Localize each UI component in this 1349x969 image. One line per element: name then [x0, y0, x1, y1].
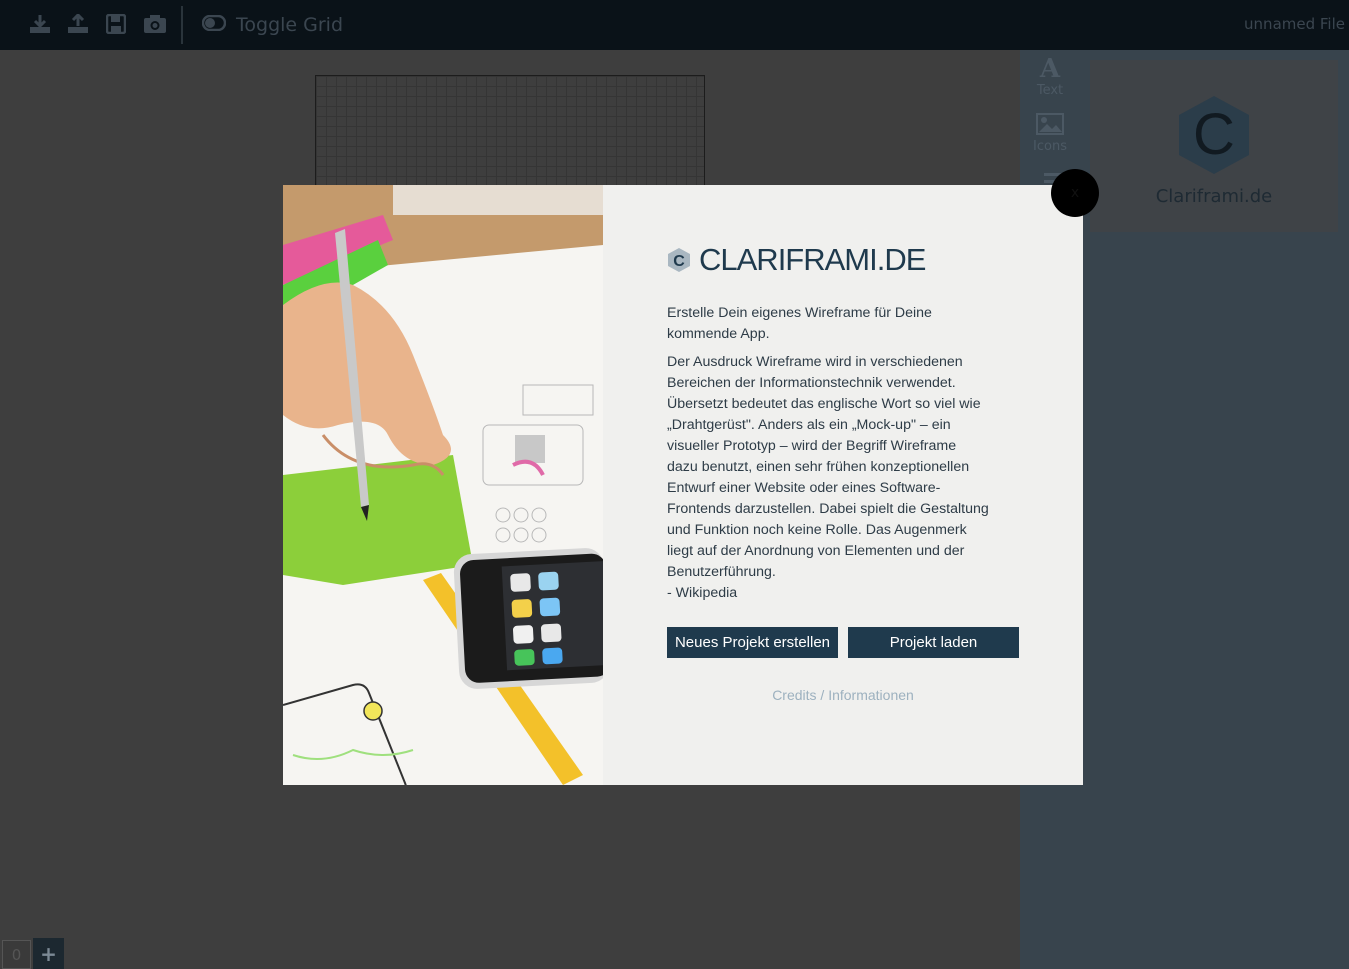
text-tool-label: Text	[1036, 83, 1064, 98]
load-project-button[interactable]: Projekt laden	[848, 627, 1019, 658]
wireframe-canvas[interactable]	[315, 75, 705, 187]
modal-title-text: CLARIFRAMI.DE	[699, 242, 926, 277]
toggle-grid-label: Toggle Grid	[236, 14, 344, 36]
icons-tool-label: Icons	[1033, 139, 1067, 154]
download-icon[interactable]	[28, 12, 52, 36]
hexagon-logo-icon: C	[668, 248, 690, 272]
toggle-icon	[201, 14, 227, 35]
file-name[interactable]: unnamed File	[1244, 15, 1345, 33]
credits-link[interactable]: Credits / Informationen	[667, 687, 1019, 703]
intro-text: Erstelle Dein eigenes Wireframe für Dein…	[667, 305, 932, 342]
modal-title: C CLARIFRAMI.DE	[667, 242, 926, 278]
add-page-button[interactable]: +	[33, 938, 64, 969]
text-tool[interactable]: A Text	[1020, 55, 1080, 98]
svg-text:C: C	[1193, 102, 1235, 167]
save-icon[interactable]	[104, 12, 128, 36]
toolbar-divider	[181, 6, 183, 44]
top-toolbar: Toggle Grid unnamed File	[0, 0, 1349, 50]
welcome-modal: C CLARIFRAMI.DE Erstelle Dein eigenes Wi…	[283, 185, 1083, 785]
body-text: Der Ausdruck Wireframe wird in verschied…	[667, 354, 989, 601]
modal-description: Erstelle Dein eigenes Wireframe für Dein…	[667, 303, 1023, 611]
close-modal-button[interactable]: x	[1051, 169, 1099, 217]
brand-name: Clariframi.de	[1155, 186, 1273, 207]
icons-tool[interactable]: Icons	[1020, 113, 1080, 154]
new-project-button[interactable]: Neues Projekt erstellen	[667, 627, 838, 658]
logo-letter: C	[673, 253, 685, 270]
page-tab[interactable]: 0	[2, 940, 31, 969]
image-icon	[1020, 113, 1080, 139]
camera-icon[interactable]	[143, 12, 167, 36]
toggle-grid-button[interactable]: Toggle Grid	[201, 12, 344, 38]
hero-photo	[283, 185, 603, 785]
upload-icon[interactable]	[66, 12, 90, 36]
text-tool-icon: A	[1039, 54, 1061, 84]
brand-card: C Clariframi.de	[1090, 60, 1338, 232]
hexagon-logo-icon: C	[1179, 96, 1249, 174]
